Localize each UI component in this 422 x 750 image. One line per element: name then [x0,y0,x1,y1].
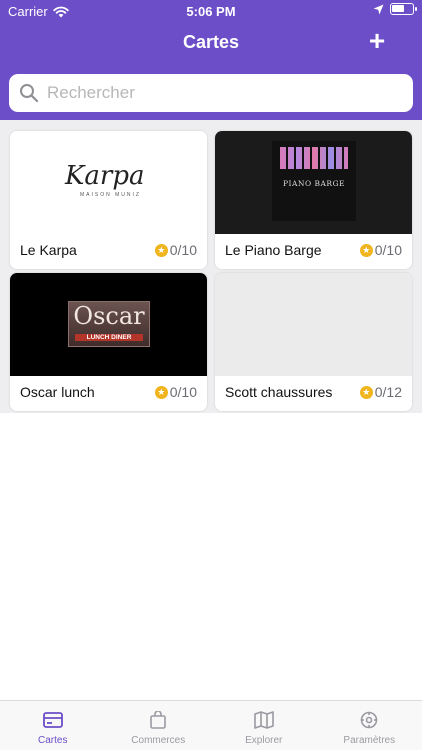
oscar-logo-label: Oscar [73,302,145,330]
piano-keys-lines [280,147,348,169]
gear-icon [360,711,378,729]
page-title: Cartes [182,32,240,52]
star-icon: ★ [359,243,373,257]
tab-commerces[interactable]: Commerces [106,701,212,750]
search-icon [20,84,39,103]
cards-grid: Karpa MAISON MUNIZ Le Karpa ★ 0/10 PIANO… [0,120,422,413]
score-value: 0/10 [169,242,197,258]
shopping-bag-icon [150,711,167,729]
card-score: ★ 0/12 [359,384,402,400]
card-name: Oscar lunch [20,384,95,400]
star-icon: ★ [359,385,373,399]
status-time: 5:06 PM [186,4,236,19]
card-score: ★ 0/10 [154,242,197,258]
card-scott-chaussures[interactable]: Scott chaussures ★ 0/12 [215,273,412,411]
score-value: 0/10 [374,242,402,258]
tab-label: Commerces [131,735,186,746]
search-bar[interactable] [9,74,413,112]
card-image: PIANO BARGE [215,131,412,234]
score-value: 0/10 [169,384,197,400]
karpa-logo: Karpa [65,161,145,191]
tab-label: Explorer [245,735,283,746]
tab-parametres[interactable]: Paramètres [317,701,422,750]
card-icon [42,712,63,728]
card-le-piano-barge[interactable]: PIANO BARGE Le Piano Barge ★ 0/10 [215,131,412,269]
status-bar: Carrier 5:06 PM [0,0,422,22]
star-icon: ★ [154,385,168,399]
tab-explorer[interactable]: Explorer [211,701,317,750]
tab-label: Cartes [38,735,68,746]
oscar-logo-sublabel: LUNCH DINER [75,334,143,341]
card-name: Le Piano Barge [225,242,322,258]
star-icon: ★ [154,243,168,257]
card-le-karpa[interactable]: Karpa MAISON MUNIZ Le Karpa ★ 0/10 [10,131,207,269]
card-image-placeholder [215,273,412,376]
app-header: Carrier 5:06 PM Cartes + [0,0,422,120]
add-card-button[interactable]: + [366,27,388,55]
card-name: Scott chaussures [225,384,333,400]
card-image: Karpa MAISON MUNIZ [10,131,207,234]
card-name: Le Karpa [20,242,77,258]
card-image: Oscar LUNCH DINER [10,273,207,376]
tab-bar: Cartes Commerces Explorer Paramètres [0,700,422,750]
oscar-logo: Oscar LUNCH DINER [68,301,150,347]
card-score: ★ 0/10 [359,242,402,258]
card-oscar-lunch[interactable]: Oscar LUNCH DINER Oscar lunch ★ 0/10 [10,273,207,411]
piano-barge-logo-label: PIANO BARGE [282,179,346,188]
location-arrow-icon [373,4,384,14]
piano-barge-logo: PIANO BARGE [272,141,356,221]
tab-cartes[interactable]: Cartes [0,701,106,750]
tab-label: Paramètres [343,735,396,746]
search-input[interactable] [47,83,387,103]
karpa-logo-sublabel: MAISON MUNIZ [80,192,141,198]
battery-icon [390,3,417,15]
score-value: 0/12 [374,384,402,400]
card-score: ★ 0/10 [154,384,197,400]
map-icon [253,711,274,729]
